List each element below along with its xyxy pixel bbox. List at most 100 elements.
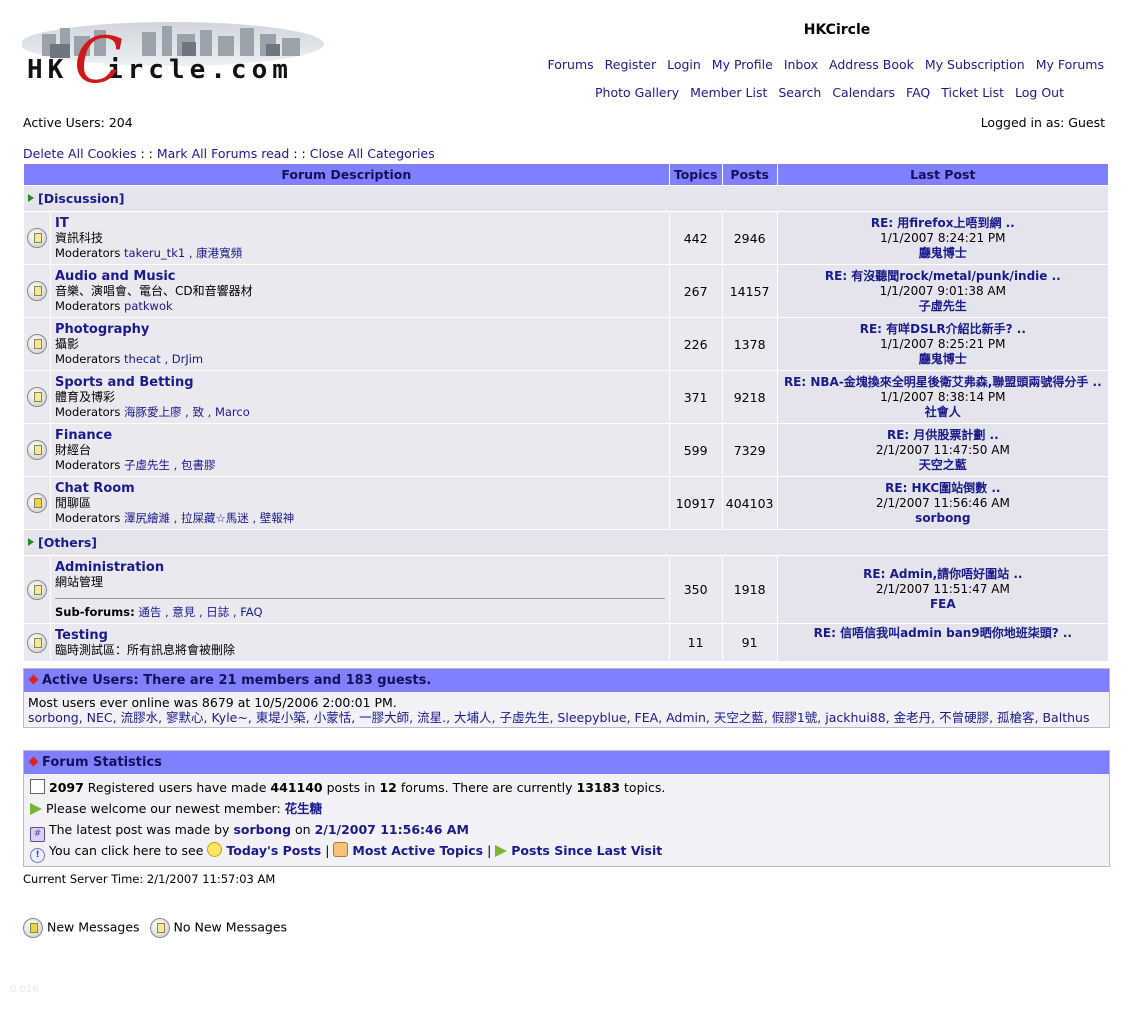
- nav-faq[interactable]: FAQ: [906, 85, 930, 100]
- last-post-title[interactable]: RE: HKC圍站倒數 ..: [782, 481, 1104, 496]
- forum-name[interactable]: Chat Room: [55, 481, 135, 496]
- topics-count: 267: [668, 264, 723, 318]
- thumbs-up-icon: [333, 842, 349, 857]
- moderators-label: Moderators: [55, 352, 121, 366]
- last-post-title[interactable]: RE: 有咩DSLR介紹比新手? ..: [782, 322, 1104, 337]
- forum-name[interactable]: Audio and Music: [55, 269, 176, 284]
- most-active-link[interactable]: Most Active Topics: [352, 843, 483, 858]
- col-last-post: Last Post: [776, 163, 1110, 186]
- nav-login[interactable]: Login: [667, 57, 701, 72]
- forum-desc: 財經台: [55, 443, 92, 457]
- forum-row: Photography 攝影 Moderators thecat , DrJim…: [23, 317, 1110, 371]
- subforums-list[interactable]: 通告 , 意見 , 日誌 , FAQ: [138, 605, 262, 619]
- last-post-date: 1/1/2007 8:24:21 PM: [880, 230, 1006, 245]
- moderators-list[interactable]: thecat , DrJim: [124, 352, 203, 366]
- moderators-list[interactable]: patkwok: [124, 299, 173, 313]
- info-icon: !: [30, 848, 45, 863]
- last-post-date: 1/1/2007 8:38:14 PM: [880, 389, 1006, 404]
- forum-row: Audio and Music 音樂、演唱會、電台、CD和音響器材 Modera…: [23, 264, 1110, 318]
- posts-count: 9218: [721, 370, 778, 424]
- click-text: You can click here to see: [49, 843, 204, 858]
- since-last-visit-link[interactable]: Posts Since Last Visit: [511, 843, 662, 858]
- forum-name[interactable]: Finance: [55, 428, 112, 443]
- mark-all-read-link[interactable]: Mark All Forums read: [157, 146, 290, 161]
- todays-posts-link[interactable]: Today's Posts: [226, 843, 321, 858]
- category-row[interactable]: [Discussion]: [23, 185, 1109, 212]
- latest-date-link[interactable]: 2/1/2007 11:56:46 AM: [315, 822, 469, 837]
- nav-calendars[interactable]: Calendars: [832, 85, 895, 100]
- stats-text-1: Registered users have made: [87, 780, 267, 795]
- topics-total: 13183: [576, 780, 621, 795]
- new-messages-icon: [23, 918, 43, 938]
- moderators-list[interactable]: 海豚愛上廖 , 致 , Marco: [124, 405, 250, 419]
- forum-row: Sports and Betting 體育及博彩 Moderators 海豚愛上…: [23, 370, 1110, 424]
- nav-address-book[interactable]: Address Book: [829, 57, 914, 72]
- last-post-user[interactable]: 廳鬼博士: [782, 246, 1104, 261]
- last-post-title[interactable]: RE: 用firefox上唔到網 ..: [782, 216, 1104, 231]
- forum-name[interactable]: Sports and Betting: [55, 375, 194, 390]
- col-topics: Topics: [668, 163, 723, 186]
- forum-folder-icon: [27, 440, 47, 460]
- last-post-user[interactable]: 子虛先生: [782, 299, 1104, 314]
- lightbulb-icon: [207, 842, 223, 857]
- latest-text: The latest post was made by: [49, 822, 230, 837]
- last-post-user[interactable]: 廳鬼博士: [782, 352, 1104, 367]
- newest-member-link[interactable]: 花生糖: [285, 801, 323, 816]
- forum-desc: 臨時測試區：所有訊息將會被刪除: [55, 643, 236, 657]
- no-new-messages-icon: [149, 918, 170, 938]
- online-members-list[interactable]: sorbong, NEC, 流膠水, 寥默心, Kyle~, 東堤小築, 小蒙恬…: [28, 710, 1105, 725]
- last-post-user[interactable]: 天空之藍: [782, 458, 1104, 473]
- last-post-user[interactable]: 社會人: [782, 405, 1104, 420]
- nav-log-out[interactable]: Log Out: [1015, 85, 1064, 100]
- moderators-label: Moderators: [55, 458, 121, 472]
- forum-name[interactable]: IT: [55, 216, 69, 231]
- last-post-title[interactable]: RE: 月供股票計劃 ..: [782, 428, 1104, 443]
- moderators-list[interactable]: 澤尻繪濰 , 拉屎藏☆馬迷 , 壁報神: [124, 511, 294, 525]
- most-online-text: Most users ever online was 8679 at 10/5/…: [28, 695, 397, 710]
- close-categories-link[interactable]: Close All Categories: [310, 146, 435, 161]
- nav-forums[interactable]: Forums: [547, 57, 593, 72]
- nav-my-subscription[interactable]: My Subscription: [925, 57, 1025, 72]
- latest-user-link[interactable]: sorbong: [233, 822, 291, 837]
- last-post-user[interactable]: FEA: [782, 597, 1104, 612]
- moderators-list[interactable]: takeru_tk1 , 康港寬頻: [124, 246, 242, 260]
- category-row[interactable]: [Others]: [23, 529, 1109, 556]
- category-name[interactable]: [Discussion]: [38, 191, 125, 206]
- svg-text:ircle.com: ircle.com: [107, 55, 293, 85]
- nav-inbox[interactable]: Inbox: [784, 57, 818, 72]
- nav-my-forums[interactable]: My Forums: [1036, 57, 1104, 72]
- forum-name[interactable]: Photography: [55, 322, 149, 337]
- forum-desc: 攝影: [55, 337, 80, 351]
- forum-folder-icon: [27, 579, 47, 600]
- forum-name[interactable]: Testing: [55, 628, 108, 643]
- last-post-title[interactable]: RE: NBA-金塊換來全明星後衛艾弗森,聯盟頭兩號得分手 ..: [782, 375, 1104, 390]
- stats-text-3: forums. There are currently: [400, 780, 573, 795]
- forum-folder-icon: [27, 334, 47, 354]
- page: HK ircle.com C HKCircle Forums Register …: [0, 0, 1129, 1011]
- last-post-user[interactable]: sorbong: [782, 511, 1104, 526]
- nav-search[interactable]: Search: [778, 85, 821, 100]
- nav-ticket-list[interactable]: Ticket List: [941, 85, 1004, 100]
- icon-legend: New Messages No New Messages: [23, 918, 287, 938]
- moderators-label: Moderators: [55, 299, 121, 313]
- forum-name[interactable]: Administration: [55, 560, 164, 575]
- red-diamond-icon: [28, 674, 39, 685]
- delete-cookies-link[interactable]: Delete All Cookies: [23, 146, 136, 161]
- stats-text-2: posts in: [326, 780, 376, 795]
- category-name[interactable]: [Others]: [38, 535, 97, 550]
- col-posts: Posts: [721, 163, 778, 186]
- last-post-title[interactable]: RE: Admin,請你唔好圍站 ..: [782, 567, 1104, 582]
- nav-my-profile[interactable]: My Profile: [712, 57, 773, 72]
- moderators-list[interactable]: 子虛先生 , 包書膠: [124, 458, 215, 472]
- posts-count: 1918: [721, 555, 778, 624]
- forum-row: Testing 臨時測試區：所有訊息將會被刪除 11 91 RE: 信唔信我叫a…: [23, 623, 1110, 662]
- last-post-title[interactable]: RE: 信唔信我叫admin ban9晒你地班柒頭? ..: [782, 626, 1104, 641]
- separator: |: [325, 843, 330, 858]
- forum-desc: 音樂、演唱會、電台、CD和音響器材: [55, 284, 253, 298]
- nav-member-list[interactable]: Member List: [690, 85, 767, 100]
- topics-count: 350: [668, 555, 723, 624]
- nav-register[interactable]: Register: [605, 57, 656, 72]
- last-post-title[interactable]: RE: 有沒聽聞rock/metal/punk/indie ..: [782, 269, 1104, 284]
- nav-photo-gallery[interactable]: Photo Gallery: [595, 85, 679, 100]
- site-logo[interactable]: HK ircle.com C: [22, 20, 332, 90]
